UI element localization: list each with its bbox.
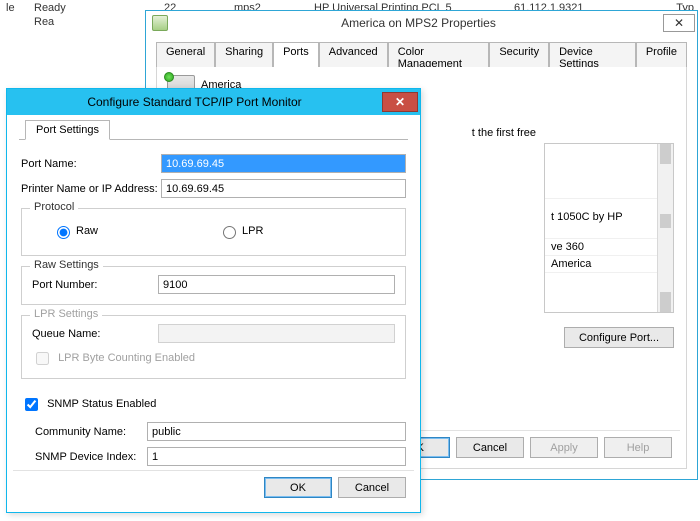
port-number-input[interactable] xyxy=(158,275,395,294)
raw-radio[interactable]: Raw xyxy=(52,223,98,239)
lpr-radio-input[interactable] xyxy=(223,226,236,239)
queue-name-input xyxy=(158,324,395,343)
lpr-byte-label: LPR Byte Counting Enabled xyxy=(58,352,195,364)
ok-button[interactable]: OK xyxy=(264,477,332,498)
bg-cell: Ready xyxy=(28,1,158,15)
help-button[interactable]: Help xyxy=(604,437,672,458)
ports-list[interactable]: t 1050C by HP ve 360 America xyxy=(544,143,674,313)
list-item[interactable]: America xyxy=(545,256,673,273)
tab-port-settings[interactable]: Port Settings xyxy=(25,120,110,140)
snmp-enabled-checkbox-input[interactable] xyxy=(25,398,38,411)
properties-title: America on MPS2 Properties xyxy=(174,16,663,30)
printer-icon xyxy=(152,15,168,31)
port-name-label: Port Name: xyxy=(21,158,161,170)
dialog-body: Port Name: Printer Name or IP Address: P… xyxy=(7,140,420,470)
dialog-title: Configure Standard TCP/IP Port Monitor xyxy=(7,95,382,109)
community-name-label: Community Name: xyxy=(21,426,147,438)
configure-port-dialog: Configure Standard TCP/IP Port Monitor ✕… xyxy=(6,88,421,513)
close-button[interactable]: ✕ xyxy=(663,14,695,32)
list-item[interactable]: ve 360 xyxy=(545,239,673,256)
raw-radio-input[interactable] xyxy=(57,226,70,239)
snmp-enabled-label: SNMP Status Enabled xyxy=(47,398,156,410)
list-item[interactable]: t 1050C by HP xyxy=(545,199,673,239)
protocol-group: Protocol Raw LPR xyxy=(21,208,406,256)
snmp-index-label: SNMP Device Index: xyxy=(21,451,147,463)
lpr-radio[interactable]: LPR xyxy=(218,223,263,239)
protocol-group-title: Protocol xyxy=(30,201,78,213)
lpr-settings-group: LPR Settings Queue Name: LPR Byte Counti… xyxy=(21,315,406,379)
close-button[interactable]: ✕ xyxy=(382,92,418,112)
scroll-up-icon[interactable] xyxy=(660,144,671,164)
dialog-titlebar[interactable]: Configure Standard TCP/IP Port Monitor ✕ xyxy=(7,89,420,115)
scroll-thumb[interactable] xyxy=(660,214,671,228)
port-number-label: Port Number: xyxy=(32,279,158,291)
cancel-button[interactable]: Cancel xyxy=(338,477,406,498)
lpr-radio-label: LPR xyxy=(242,225,263,237)
lpr-byte-checkbox: LPR Byte Counting Enabled xyxy=(32,352,195,364)
bg-cell: Rea xyxy=(28,15,158,29)
scroll-down-icon[interactable] xyxy=(660,292,671,312)
raw-radio-label: Raw xyxy=(76,225,98,237)
snmp-index-input[interactable] xyxy=(147,447,406,466)
configure-port-button[interactable]: Configure Port... xyxy=(564,327,674,348)
lpr-settings-title: LPR Settings xyxy=(30,308,102,320)
cancel-button[interactable]: Cancel xyxy=(456,437,524,458)
port-name-input[interactable] xyxy=(161,154,406,173)
lpr-byte-checkbox-input xyxy=(36,352,49,365)
raw-settings-title: Raw Settings xyxy=(30,259,103,271)
community-name-input[interactable] xyxy=(147,422,406,441)
apply-button[interactable]: Apply xyxy=(530,437,598,458)
raw-settings-group: Raw Settings Port Number: xyxy=(21,266,406,305)
hint-text: t the first free xyxy=(472,127,536,139)
snmp-group: SNMP Status Enabled Community Name: SNMP… xyxy=(21,389,406,466)
address-label: Printer Name or IP Address: xyxy=(21,183,161,195)
scrollbar[interactable] xyxy=(657,144,673,312)
list-item[interactable] xyxy=(545,144,673,199)
properties-titlebar[interactable]: America on MPS2 Properties ✕ xyxy=(146,11,697,35)
snmp-enabled-checkbox[interactable]: SNMP Status Enabled xyxy=(21,398,156,410)
bg-cell: le xyxy=(0,1,28,15)
address-input[interactable] xyxy=(161,179,406,198)
queue-name-label: Queue Name: xyxy=(32,328,158,340)
